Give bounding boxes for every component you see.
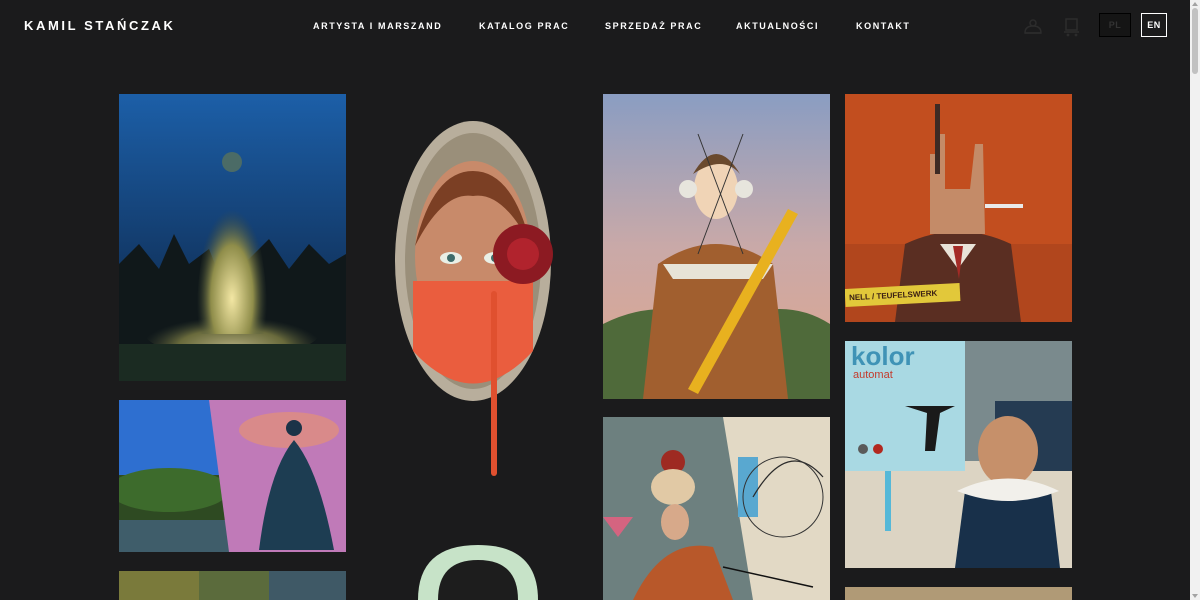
artwork-hand-suit-orange[interactable]: NELL / TEUFELSWERK — [845, 94, 1072, 322]
nav-news[interactable]: AKTUALNOŚCI — [736, 21, 819, 31]
nav-catalog[interactable]: KATALOG PRAC — [479, 21, 569, 31]
account-icon[interactable] — [1022, 16, 1044, 38]
artwork-glowing-woman-night[interactable] — [119, 94, 346, 381]
scrollbar-thumb[interactable] — [1192, 8, 1198, 74]
site-header: KAMIL STAŃCZAK ARTYSTA I MARSZAND KATALO… — [0, 0, 1190, 52]
artwork-green-hood-partial[interactable] — [418, 545, 538, 600]
cart-icon[interactable] — [1061, 16, 1083, 38]
kolor-text: kolor — [851, 341, 915, 371]
artwork-patterned-partial[interactable] — [119, 571, 346, 600]
language-en-button[interactable]: EN — [1141, 13, 1167, 37]
nav-artist-dealer[interactable]: ARTYSTA I MARSZAND — [313, 21, 442, 31]
site-logo[interactable]: KAMIL STAŃCZAK — [24, 18, 175, 33]
scroll-down-arrow-icon[interactable] — [1192, 594, 1198, 598]
automat-text: automat — [853, 369, 893, 381]
artwork-oval-portrait-flower[interactable] — [393, 116, 558, 480]
nav-contact[interactable]: KONTAKT — [856, 21, 911, 31]
artwork-kolor-automat-collage[interactable]: kolor automat — [845, 341, 1072, 568]
scroll-up-arrow-icon[interactable] — [1192, 2, 1198, 6]
language-pl-button[interactable]: PL — [1099, 13, 1131, 37]
nav-sales[interactable]: SPRZEDAŻ PRAC — [605, 21, 702, 31]
artwork-blue-dress-landscape[interactable] — [119, 400, 346, 552]
page-scrollbar[interactable] — [1190, 0, 1200, 600]
artwork-partial-bottom[interactable] — [845, 587, 1072, 600]
artwork-geometric-woman-ruler[interactable] — [603, 94, 830, 399]
artwork-woman-apple-palette[interactable] — [603, 417, 830, 600]
